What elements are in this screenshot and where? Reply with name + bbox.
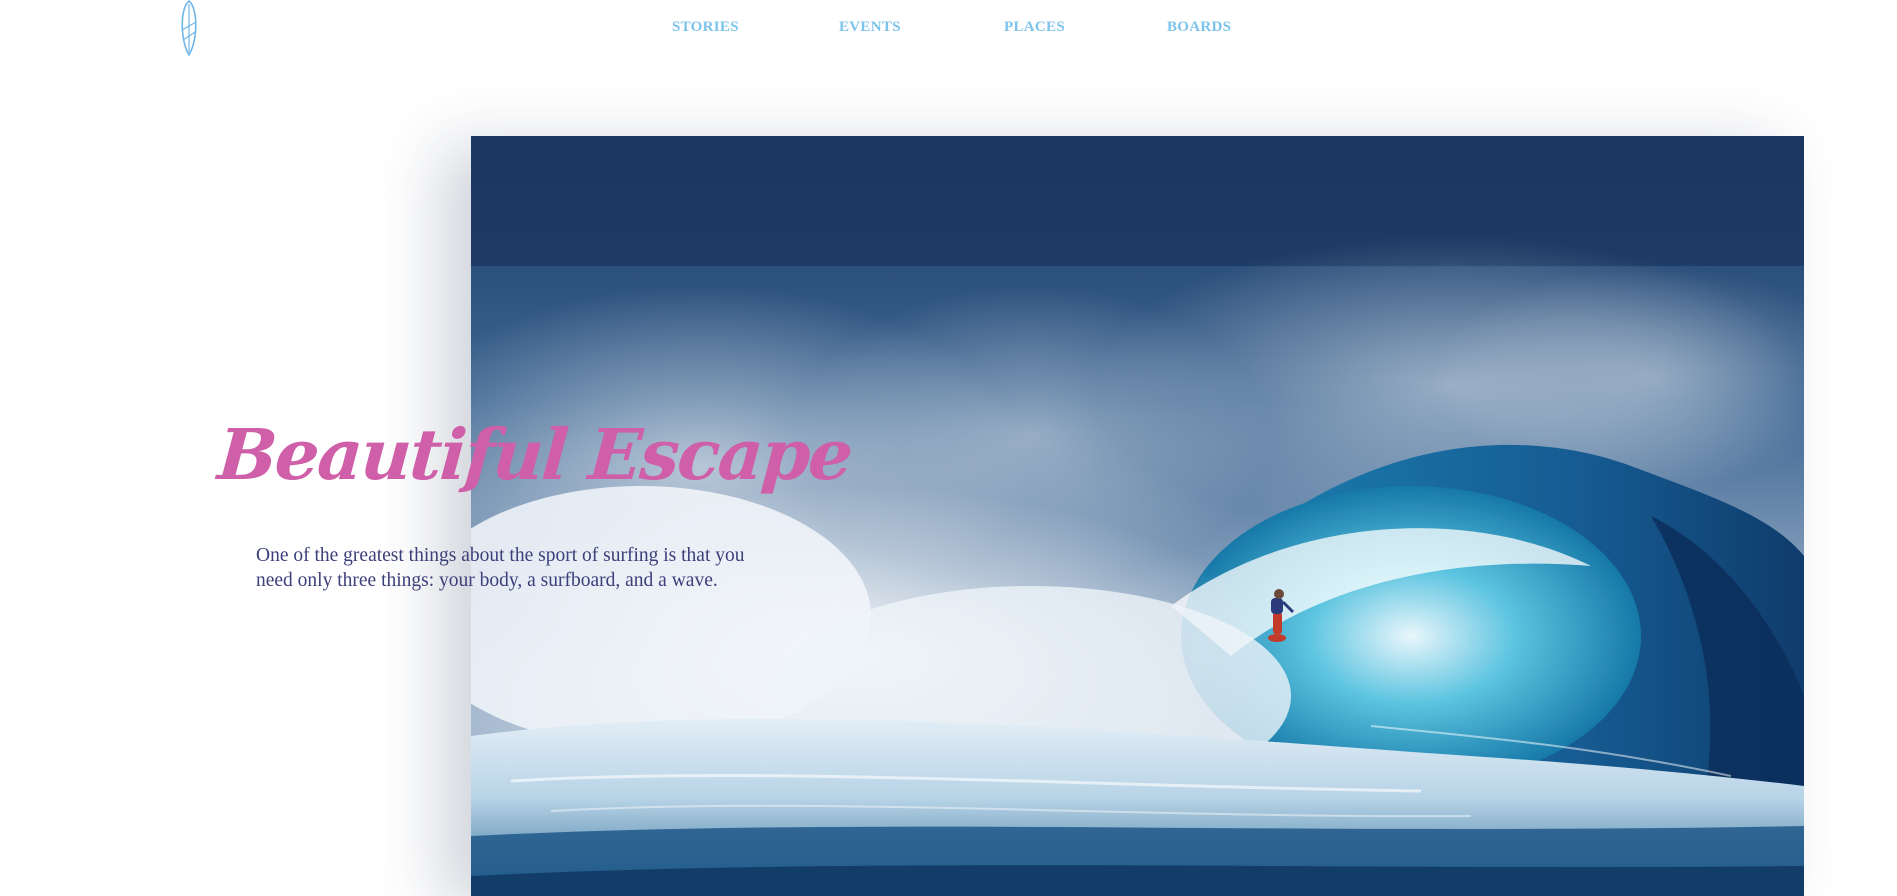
nav-link-boards[interactable]: BOARDS [1167,19,1231,36]
main-nav: STORIES EVENTS PLACES BOARDS [0,19,1897,41]
hero-wave-image [471,136,1804,896]
hero-description: One of the greatest things about the spo… [256,545,745,591]
page: STORIES EVENTS PLACES BOARDS Beautiful E… [0,0,1897,896]
nav-link-stories[interactable]: STORIES [672,19,739,36]
nav-link-places[interactable]: PLACES [1004,19,1065,36]
nav-link-events[interactable]: EVENTS [839,19,901,36]
hero-title: Beautiful Escape [215,413,855,496]
